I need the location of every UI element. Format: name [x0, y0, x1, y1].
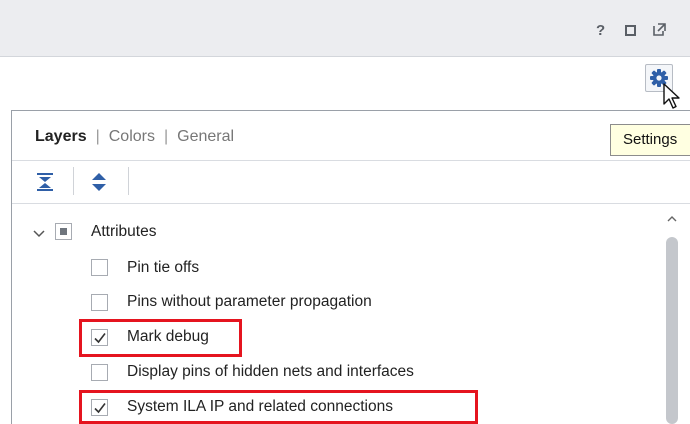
mark-debug-highlight — [79, 319, 242, 357]
tab-layers[interactable]: Layers — [35, 128, 87, 146]
pins-without-parameter-propagation-checkbox[interactable] — [91, 294, 108, 311]
undock-icon[interactable] — [653, 23, 666, 36]
chevron-down-icon[interactable] — [32, 226, 46, 240]
tab-colors[interactable]: Colors — [109, 128, 155, 146]
tab-general[interactable]: General — [177, 128, 234, 146]
tab-separator: | — [95, 128, 100, 145]
settings-tabs: Layers | Colors | General — [35, 128, 234, 146]
scroll-up-icon[interactable] — [666, 214, 678, 224]
help-button[interactable]: ? — [596, 22, 605, 39]
expand-all-icon[interactable] — [89, 172, 109, 192]
attributes-checkbox[interactable] — [55, 223, 72, 240]
pins-without-parameter-propagation-label: Pins without parameter propagation — [127, 293, 372, 310]
divider — [12, 203, 690, 204]
system-ila-ip-highlight — [79, 390, 478, 424]
window-titlebar — [0, 0, 690, 57]
scrollbar-thumb[interactable] — [666, 237, 678, 424]
tab-separator: | — [163, 128, 169, 145]
display-pins-hidden-nets-label: Display pins of hidden nets and interfac… — [127, 363, 414, 380]
panel-toolbar — [0, 57, 690, 101]
settings-tooltip: Settings — [610, 124, 690, 156]
collapse-all-icon[interactable] — [35, 172, 55, 192]
pin-tie-offs-label: Pin tie offs — [127, 259, 200, 276]
pin-tie-offs-checkbox[interactable] — [91, 259, 108, 276]
attributes-label: Attributes — [91, 223, 157, 240]
toolbar-separator — [128, 167, 129, 195]
toolbar-separator — [73, 167, 74, 195]
display-pins-hidden-nets-checkbox[interactable] — [91, 364, 108, 381]
maximize-icon[interactable] — [625, 25, 636, 36]
divider — [12, 160, 690, 161]
